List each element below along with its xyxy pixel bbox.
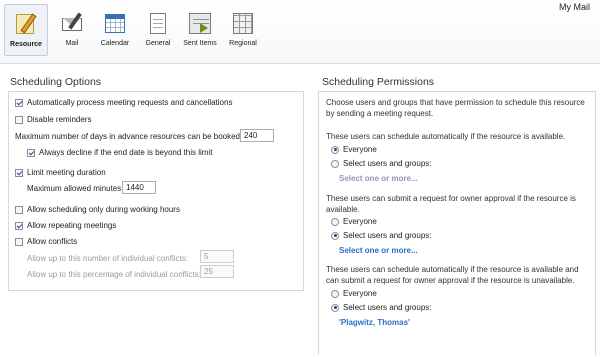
- tab-mail-label: Mail: [65, 40, 79, 47]
- working-hours-option[interactable]: Allow scheduling only during working hou…: [15, 205, 180, 214]
- auto-process-option[interactable]: Automatically process meeting requests a…: [15, 98, 232, 107]
- tab-resource[interactable]: Resource: [4, 4, 48, 56]
- conflicts-number-label: Allow up to this number of individual co…: [27, 254, 188, 263]
- max-days-input[interactable]: 240: [240, 129, 274, 142]
- disable-reminders-label: Disable reminders: [27, 115, 92, 124]
- repeating-checkbox[interactable]: [15, 221, 23, 230]
- tab-general[interactable]: General: [140, 4, 176, 56]
- section1-select-link[interactable]: Select one or more...: [339, 174, 418, 183]
- disable-reminders-checkbox[interactable]: [15, 115, 23, 124]
- section3-select-radio[interactable]: [331, 303, 339, 312]
- tab-resource-label: Resource: [10, 41, 42, 48]
- resource-icon: [13, 13, 39, 37]
- conflicts-label: Allow conflicts: [27, 237, 78, 246]
- section2-everyone-radio[interactable]: [331, 217, 339, 226]
- section2-everyone-label: Everyone: [343, 217, 377, 226]
- sent-items-icon: [187, 12, 213, 36]
- conflicts-percentage-label: Allow up to this percentage of individua…: [27, 270, 201, 279]
- general-icon: [145, 12, 171, 36]
- scheduling-options-title: Scheduling Options: [10, 76, 102, 88]
- repeating-label: Allow repeating meetings: [27, 221, 117, 230]
- tab-regional-label: Regional: [229, 40, 257, 47]
- max-minutes-row: Maximum allowed minutes:: [27, 184, 123, 193]
- max-minutes-label: Maximum allowed minutes:: [27, 184, 124, 193]
- limit-duration-checkbox[interactable]: [15, 168, 23, 177]
- section1-select-option[interactable]: Select users and groups:: [331, 159, 432, 168]
- section1-text: These users can schedule automatically i…: [326, 132, 566, 141]
- conflicts-option[interactable]: Allow conflicts: [15, 237, 77, 246]
- section2-select-radio[interactable]: [331, 231, 339, 240]
- section2-select-link[interactable]: Select one or more...: [339, 246, 418, 255]
- section3-selected-user-link[interactable]: 'Plagwitz, Thomas': [339, 318, 410, 327]
- section2-text: These users can submit a request for own…: [326, 194, 576, 214]
- section3-select-label: Select users and groups:: [343, 303, 432, 312]
- tab-mail[interactable]: Mail: [54, 4, 90, 56]
- conflicts-number-row: Allow up to this number of individual co…: [27, 254, 188, 263]
- regional-icon: [230, 12, 256, 36]
- tab-regional[interactable]: Regional: [224, 4, 262, 56]
- my-mail-label[interactable]: My Mail: [559, 2, 590, 12]
- max-minutes-input[interactable]: 1440: [122, 181, 156, 194]
- tab-calendar[interactable]: Calendar: [95, 4, 135, 56]
- working-hours-checkbox[interactable]: [15, 205, 23, 214]
- scheduling-permissions-title: Scheduling Permissions: [322, 76, 435, 88]
- section3-everyone-option[interactable]: Everyone: [331, 289, 377, 298]
- working-hours-label: Allow scheduling only during working hou…: [27, 205, 180, 214]
- limit-duration-option[interactable]: Limit meeting duration: [15, 168, 106, 177]
- section3-text: These users can schedule automatically i…: [326, 265, 579, 285]
- conflicts-checkbox[interactable]: [15, 237, 23, 246]
- mail-icon: [59, 12, 85, 36]
- calendar-icon: [102, 12, 128, 36]
- conflicts-percentage-row: Allow up to this percentage of individua…: [27, 270, 201, 279]
- always-decline-label: Always decline if the end date is beyond…: [39, 148, 213, 157]
- section1-everyone-label: Everyone: [343, 145, 377, 154]
- section3-everyone-radio[interactable]: [331, 289, 339, 298]
- repeating-option[interactable]: Allow repeating meetings: [15, 221, 116, 230]
- max-days-row: Maximum number of days in advance resour…: [15, 132, 242, 141]
- tab-general-label: General: [145, 40, 171, 47]
- max-days-label: Maximum number of days in advance resour…: [15, 132, 243, 141]
- section1-select-radio[interactable]: [331, 159, 339, 168]
- tab-calendar-label: Calendar: [100, 40, 130, 47]
- always-decline-checkbox[interactable]: [27, 148, 35, 157]
- section2-select-label: Select users and groups:: [343, 231, 432, 240]
- section1-select-label: Select users and groups:: [343, 159, 432, 168]
- conflicts-percentage-input[interactable]: 25: [200, 265, 234, 278]
- disable-reminders-option[interactable]: Disable reminders: [15, 115, 91, 124]
- auto-process-label: Automatically process meeting requests a…: [27, 98, 233, 107]
- auto-process-checkbox[interactable]: [15, 98, 23, 107]
- section1-everyone-option[interactable]: Everyone: [331, 145, 377, 154]
- conflicts-number-input[interactable]: 5: [200, 250, 234, 263]
- always-decline-option[interactable]: Always decline if the end date is beyond…: [27, 148, 212, 157]
- section2-select-option[interactable]: Select users and groups:: [331, 231, 432, 240]
- section1-everyone-radio[interactable]: [331, 145, 339, 154]
- section3-everyone-label: Everyone: [343, 289, 377, 298]
- tab-sent-items-label: Sent Items: [183, 40, 217, 47]
- section3-select-option[interactable]: Select users and groups:: [331, 303, 432, 312]
- permissions-intro: Choose users and groups that have permis…: [326, 98, 585, 118]
- section2-everyone-option[interactable]: Everyone: [331, 217, 377, 226]
- tab-sent-items[interactable]: Sent Items: [180, 4, 220, 56]
- options-toolbar: My Mail Resource Mail Calendar General S…: [0, 0, 600, 64]
- limit-duration-label: Limit meeting duration: [27, 168, 106, 177]
